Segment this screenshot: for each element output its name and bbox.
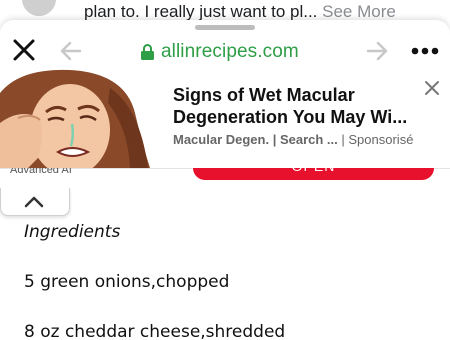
forward-arrow-icon[interactable] — [366, 40, 388, 62]
close-icon[interactable] — [12, 38, 36, 62]
see-more-link[interactable]: See More — [322, 2, 396, 21]
feed-post-text: plan to. I really just want to pl... — [84, 2, 318, 21]
ad-sponsored-label: | Sponsorisé — [341, 132, 414, 147]
lock-icon — [141, 44, 154, 60]
ingredients-heading: Ingredients — [24, 222, 121, 242]
avatar — [22, 0, 56, 16]
collapse-ad-tab[interactable] — [0, 188, 70, 216]
ad-close-icon[interactable] — [424, 80, 440, 96]
address-bar[interactable]: allinrecipes.com — [140, 39, 299, 65]
back-arrow-icon[interactable] — [60, 40, 82, 62]
partial-ad-row: Advanced AI OPEN — [0, 168, 450, 188]
ad-source: Macular Degen. | Search ... — [173, 132, 338, 147]
url-text: allinrecipes.com — [161, 41, 299, 62]
feed-post-snippet: plan to. I really just want to pl... See… — [84, 2, 396, 22]
open-button[interactable]: OPEN — [193, 168, 434, 180]
ad-banner[interactable]: Signs of Wet Macular Degeneration You Ma… — [0, 68, 450, 169]
in-app-browser: allinrecipes.com Signs of Wet Macular De… — [0, 20, 450, 340]
chevron-up-icon — [24, 196, 44, 208]
advertiser-label: Advanced AI — [10, 168, 72, 176]
ad-title[interactable]: Signs of Wet Macular Degeneration You Ma… — [173, 84, 423, 128]
ad-thumbnail-image — [0, 68, 155, 168]
ingredient-item: 5 green onions,chopped — [24, 272, 230, 292]
more-dots-icon[interactable] — [410, 42, 440, 60]
ad-attribution: Macular Degen. | Search ... | Sponsorisé — [173, 132, 443, 147]
ingredient-item: 8 oz cheddar cheese,shredded — [24, 322, 286, 340]
